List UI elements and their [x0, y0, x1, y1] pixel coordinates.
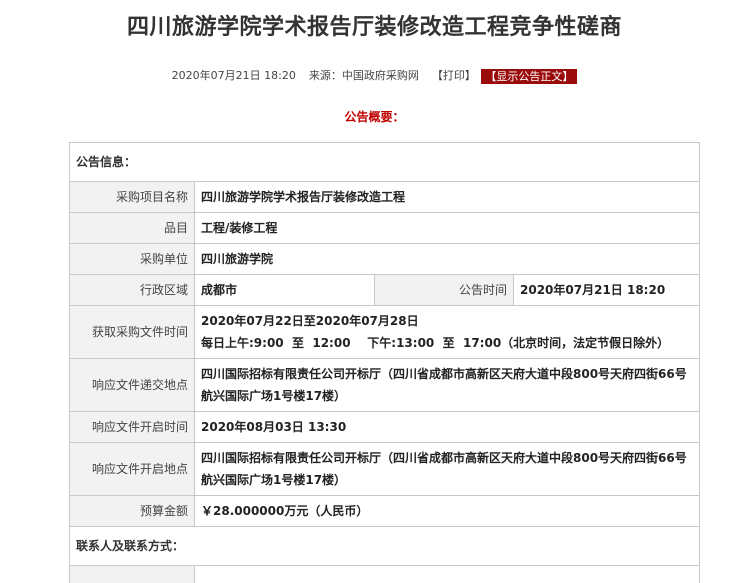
- region-label: 行政区域: [69, 274, 195, 306]
- announce-time-value: 2020年07月21日 18:20: [512, 274, 701, 306]
- submit-place-label: 响应文件递交地点: [69, 358, 195, 412]
- obtain-time-value: 2020年07月22日至2020年07月28日 每日上午:9:00 至 12:0…: [193, 305, 701, 359]
- purchaser-label: 采购单位: [69, 243, 195, 275]
- open-time-label: 响应文件开启时间: [69, 411, 195, 443]
- submit-place-value: 四川国际招标有限责任公司开标厅（四川省成都市高新区天府大道中段800号天府四街6…: [193, 358, 701, 412]
- open-time-value: 2020年08月03日 13:30: [193, 411, 701, 443]
- project-name-label: 采购项目名称: [69, 181, 195, 213]
- meta-line: 2020年07月21日 18:20 来源：中国政府采购网 【打印】 【显示公告正…: [0, 68, 749, 84]
- table-row: 响应文件开启地点 四川国际招标有限责任公司开标厅（四川省成都市高新区天府大道中段…: [69, 442, 701, 496]
- obtain-time-dates: 2020年07月22日至2020年07月28日: [201, 314, 419, 328]
- open-place-label: 响应文件开启地点: [69, 442, 195, 496]
- table-row: 预算金额 ￥28.000000万元（人民币）: [69, 495, 701, 527]
- source-name: 中国政府采购网: [341, 69, 419, 82]
- project-name-value: 四川旅游学院学术报告厅装修改造工程: [193, 181, 701, 213]
- table-row: 行政区域 成都市 公告时间 2020年07月21日 18:20: [69, 274, 701, 306]
- table-row: 响应文件递交地点 四川国际招标有限责任公司开标厅（四川省成都市高新区天府大道中段…: [69, 358, 701, 412]
- print-link[interactable]: 【打印】: [432, 69, 476, 82]
- announcement-info-table: 公告信息： 采购项目名称 四川旅游学院学术报告厅装修改造工程 品目 工程/装修工…: [68, 142, 701, 583]
- region-value: 成都市: [194, 274, 375, 306]
- table-row: 品目 工程/装修工程: [69, 212, 701, 244]
- source-label: 来源：: [308, 69, 342, 82]
- obtain-time-hours: 每日上午:9:00 至 12:00 下午:13:00 至 17:00（北京时间，…: [201, 336, 670, 350]
- announcement-page: 四川旅游学院学术报告厅装修改造工程竞争性磋商 2020年07月21日 18:20…: [0, 0, 749, 583]
- announce-time-label: 公告时间: [374, 274, 514, 306]
- page-title: 四川旅游学院学术报告厅装修改造工程竞争性磋商: [126, 15, 622, 40]
- obtain-time-label: 获取采购文件时间: [69, 305, 195, 359]
- publish-datetime: 2020年07月21日 18:20: [171, 69, 296, 82]
- category-label: 品目: [69, 212, 195, 244]
- section-row-contact: 联系人及联系方式：: [68, 526, 701, 566]
- open-place-value: 四川国际招标有限责任公司开标厅（四川省成都市高新区天府大道中段800号天府四街6…: [193, 442, 701, 496]
- contact-section-title: 联系人及联系方式：: [68, 526, 701, 566]
- contact-value-empty: [193, 565, 701, 583]
- table-row: 采购单位 四川旅游学院: [69, 243, 701, 275]
- budget-value: ￥28.000000万元（人民币）: [193, 495, 701, 527]
- contact-label-empty: [69, 565, 195, 583]
- summary-heading: 公告概要：: [344, 110, 405, 124]
- info-section-title: 公告信息：: [68, 142, 701, 182]
- table-row: 采购项目名称 四川旅游学院学术报告厅装修改造工程: [69, 181, 701, 213]
- table-row: 获取采购文件时间 2020年07月22日至2020年07月28日 每日上午:9:…: [69, 305, 701, 359]
- budget-label: 预算金额: [69, 495, 195, 527]
- table-row: 响应文件开启时间 2020年08月03日 13:30: [69, 411, 701, 443]
- table-row: [69, 565, 701, 583]
- category-value: 工程/装修工程: [193, 212, 701, 244]
- show-full-text-button[interactable]: 【显示公告正文】: [481, 68, 578, 84]
- purchaser-value: 四川旅游学院: [193, 243, 701, 275]
- section-row-info: 公告信息：: [68, 142, 701, 182]
